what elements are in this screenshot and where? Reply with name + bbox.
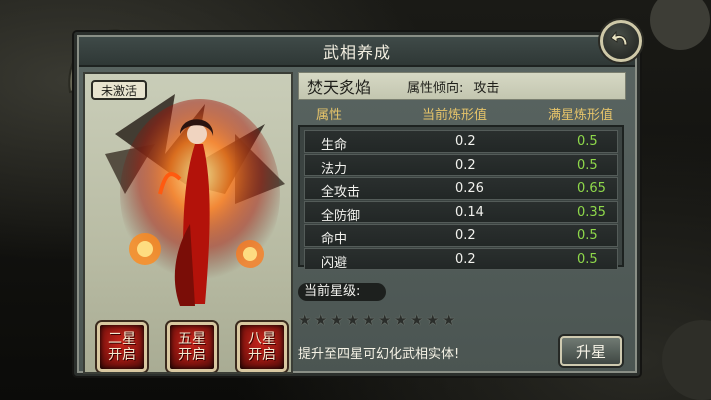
button-line-1: 二星 xyxy=(108,331,136,347)
header-current: 当前炼形值 xyxy=(422,108,488,123)
two-star-unlock-button[interactable]: 二星 开启 xyxy=(97,322,147,372)
title-bar: 武相养成 xyxy=(79,37,635,67)
star-icon: ★ xyxy=(426,311,440,329)
star-icon: ★ xyxy=(298,311,312,329)
attr-name: 全攻击 xyxy=(321,185,361,200)
attr-current: 0.2 xyxy=(455,134,476,149)
attr-name: 生命 xyxy=(321,138,348,153)
form-name: 焚天炙焰 xyxy=(307,78,372,97)
header-attribute: 属性 xyxy=(316,108,343,123)
button-line-2: 开启 xyxy=(178,347,206,363)
table-row: 法力 0.2 0.5 xyxy=(304,153,618,177)
attr-current: 0.2 xyxy=(455,157,476,173)
attr-max: 0.5 xyxy=(577,251,598,267)
table-row: 命中 0.2 0.5 xyxy=(304,224,618,247)
character-figure-icon xyxy=(105,94,285,306)
character-preview: 未激活 二星 开启 五星 开启 八星 开启 xyxy=(83,72,293,374)
table-header: 属性 当前炼形值 满星炼形值 xyxy=(298,104,626,123)
attr-current: 0.2 xyxy=(455,228,476,243)
attr-max: 0.35 xyxy=(577,204,606,220)
attr-name: 闪避 xyxy=(321,255,348,271)
attribute-table: 生命 0.2 0.5 法力 0.2 0.5 全攻击 0.26 0.65 全防御 … xyxy=(298,125,624,271)
form-info-bar: 焚天炙焰 属性倾向: 攻击 xyxy=(298,72,626,100)
star-icon: ★ xyxy=(346,311,360,329)
table-row: 全防御 0.14 0.35 xyxy=(304,200,618,224)
table-row: 闪避 0.2 0.5 xyxy=(304,247,618,271)
table-row: 全攻击 0.26 0.65 xyxy=(304,177,618,200)
attr-name: 命中 xyxy=(321,232,348,247)
button-line-1: 五星 xyxy=(178,331,206,347)
attr-current: 0.26 xyxy=(455,181,484,196)
attr-name: 全防御 xyxy=(321,208,361,224)
star-icon: ★ xyxy=(314,311,328,329)
attributes-pane: 焚天炙焰 属性倾向: 攻击 属性 当前炼形值 满星炼形值 生命 0.2 0.5 … xyxy=(298,72,626,374)
star-icon: ★ xyxy=(378,311,392,329)
star-icon: ★ xyxy=(410,311,424,329)
star-unlock-row: 二星 开启 五星 开启 八星 开启 xyxy=(97,322,287,372)
table-row: 生命 0.2 0.5 xyxy=(304,130,618,153)
star-icon: ★ xyxy=(394,311,408,329)
attr-current: 0.2 xyxy=(455,251,476,267)
tendency-label: 属性倾向: xyxy=(407,80,464,96)
star-icon: ★ xyxy=(442,311,456,329)
window-title: 武相养成 xyxy=(322,43,391,62)
attr-max: 0.5 xyxy=(577,134,598,149)
five-star-unlock-button[interactable]: 五星 开启 xyxy=(167,322,217,372)
header-max: 满星炼形值 xyxy=(548,108,614,123)
attr-max: 0.5 xyxy=(577,157,598,173)
button-line-1: 八星 xyxy=(248,331,276,347)
attr-max: 0.5 xyxy=(577,228,598,243)
button-line-2: 开启 xyxy=(248,347,276,363)
attr-current: 0.14 xyxy=(455,204,484,220)
upgrade-hint: 提升至四星可幻化武相实体! xyxy=(298,347,460,362)
star-rating: ★ ★ ★ ★ ★ ★ ★ ★ ★ ★ xyxy=(298,313,457,329)
inactive-seal: 未激活 xyxy=(91,80,147,100)
attr-name: 法力 xyxy=(321,161,348,177)
button-line-2: 开启 xyxy=(108,347,136,363)
current-star-label: 当前星级: xyxy=(298,283,386,301)
star-icon: ★ xyxy=(330,311,344,329)
cloud-ornament-icon xyxy=(650,0,711,400)
upgrade-star-button[interactable]: 升星 xyxy=(560,336,622,366)
tendency-value: 攻击 xyxy=(473,80,500,96)
star-icon: ★ xyxy=(362,311,376,329)
attr-max: 0.65 xyxy=(577,181,606,196)
eight-star-unlock-button[interactable]: 八星 开启 xyxy=(237,322,287,372)
